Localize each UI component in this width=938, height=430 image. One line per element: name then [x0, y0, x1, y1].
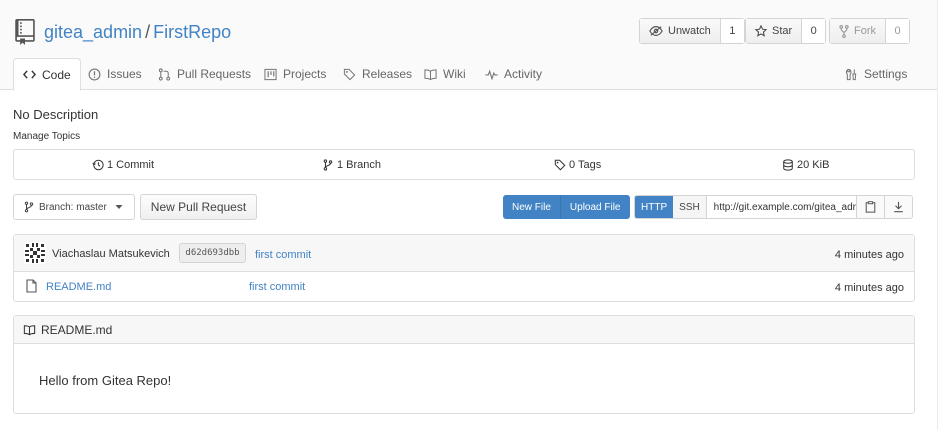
file-time: 4 minutes ago: [834, 282, 904, 294]
repo-tabs: Code Issues Pull Requests Projects Relea…: [0, 58, 938, 91]
latest-commit-row: Viachaslau Matsukevich d62d693dbb first …: [14, 235, 914, 272]
tab-pull-requests-label: Pull Requests: [177, 67, 252, 81]
pulse-icon: [485, 69, 498, 80]
tab-issues[interactable]: Issues: [88, 58, 142, 90]
repo-title: gitea_admin / FirstRepo: [14, 18, 231, 46]
file-table: Viachaslau Matsukevich d62d693dbb first …: [13, 234, 915, 302]
readme-panel: README.md Hello from Gitea Repo!: [13, 315, 915, 414]
tab-projects-label: Projects: [283, 67, 327, 81]
tag-icon: [554, 159, 566, 170]
tab-settings-label: Settings: [864, 67, 908, 81]
unwatch-label: Unwatch: [668, 25, 711, 37]
file-name-link[interactable]: README.md: [46, 281, 111, 293]
tab-wiki-label: Wiki: [443, 67, 466, 81]
repo-description: No Description: [13, 107, 99, 122]
tab-releases-label: Releases: [362, 67, 413, 81]
tab-code[interactable]: Code: [13, 58, 81, 91]
commit-message-link[interactable]: first commit: [255, 249, 311, 261]
branch-icon: [323, 158, 333, 171]
star-count[interactable]: 0: [801, 19, 826, 43]
readme-header: README.md: [14, 316, 914, 344]
new-file-button[interactable]: New File: [503, 195, 560, 219]
tab-projects[interactable]: Projects: [264, 58, 326, 90]
eye-slash-icon: [649, 26, 663, 36]
star-group: Star 0: [745, 18, 827, 44]
readme-content: Hello from Gitea Repo!: [39, 373, 172, 388]
code-icon: [23, 70, 36, 79]
branches-count: 1 Branch: [337, 158, 382, 171]
upload-file-button[interactable]: Upload File: [559, 195, 630, 219]
readme-title: README.md: [41, 322, 113, 337]
star-button[interactable]: Star: [746, 19, 802, 43]
commits-count: 1 Commit: [107, 158, 155, 171]
clone-url-input[interactable]: http://git.example.com/gitea_adr: [707, 196, 856, 218]
tab-code-label: Code: [42, 67, 71, 82]
manage-topics-link[interactable]: Manage Topics: [13, 131, 80, 142]
book-icon: [424, 68, 437, 80]
clone-panel: HTTP SSH http://git.example.com/gitea_ad…: [634, 195, 913, 219]
commit-sha-button[interactable]: d62d693dbb: [179, 243, 246, 263]
watch-group: Unwatch 1: [639, 18, 745, 44]
tab-wiki[interactable]: Wiki: [424, 58, 466, 90]
pull-request-icon: [158, 67, 171, 81]
tab-pull-requests[interactable]: Pull Requests: [158, 58, 251, 90]
history-icon: [92, 159, 104, 170]
size-stat: 20 KiB: [782, 150, 829, 179]
fork-label: Fork: [854, 25, 876, 37]
file-icon: [26, 279, 37, 293]
star-label: Star: [772, 25, 793, 37]
branch-dropdown[interactable]: Branch: master: [13, 194, 135, 220]
tab-releases[interactable]: Releases: [343, 58, 412, 90]
ssh-clone-button[interactable]: SSH: [673, 196, 707, 218]
branch-label: Branch: master: [39, 201, 107, 213]
file-actions-group: New File Upload File: [503, 195, 630, 219]
commit-author[interactable]: Viachaslau Matsukevich: [52, 248, 170, 260]
database-icon: [783, 158, 793, 171]
repo-header: gitea_admin / FirstRepo Unwatch 1 Star 0: [0, 0, 938, 91]
fork-button[interactable]: Fork: [830, 19, 885, 43]
fork-icon: [839, 24, 849, 38]
commits-stat[interactable]: 1 Commit: [92, 150, 154, 179]
repo-size: 20 KiB: [797, 158, 830, 171]
download-icon: [894, 201, 903, 213]
fork-group: Fork 0: [829, 18, 910, 44]
repo-name-link[interactable]: FirstRepo: [153, 22, 231, 43]
download-button[interactable]: [884, 196, 912, 218]
tags-stat[interactable]: 0 Tags: [554, 150, 601, 179]
avatar[interactable]: [24, 242, 46, 264]
project-icon: [264, 68, 277, 80]
file-commit-link[interactable]: first commit: [249, 281, 305, 293]
new-pull-request-button[interactable]: New Pull Request: [140, 194, 257, 220]
tab-issues-label: Issues: [107, 67, 142, 81]
issue-icon: [88, 68, 101, 80]
table-row: README.md first commit 4 minutes ago: [14, 273, 914, 301]
unwatch-button[interactable]: Unwatch: [640, 19, 720, 43]
watch-count[interactable]: 1: [719, 19, 744, 43]
http-clone-button[interactable]: HTTP: [635, 196, 674, 218]
copy-url-button[interactable]: [856, 196, 885, 218]
clipboard-icon: [865, 201, 876, 213]
repo-stats-bar: 1 Commit 1 Branch 0 Tags 20 KiB: [13, 149, 915, 180]
tab-activity[interactable]: Activity: [485, 58, 542, 90]
tags-count: 0 Tags: [569, 158, 602, 171]
caret-down-icon: [115, 205, 123, 209]
tab-settings[interactable]: Settings: [845, 58, 907, 90]
repo-icon: [15, 19, 35, 45]
tag-icon: [343, 68, 356, 80]
tools-icon: [845, 68, 857, 80]
star-icon: [755, 25, 767, 37]
repo-separator: /: [145, 21, 151, 42]
repo-owner-link[interactable]: gitea_admin: [44, 22, 142, 43]
branches-stat[interactable]: 1 Branch: [322, 150, 381, 179]
book-icon: [23, 324, 36, 335]
fork-count[interactable]: 0: [885, 19, 909, 43]
branch-icon: [24, 201, 34, 213]
tab-activity-label: Activity: [504, 67, 543, 81]
commit-time: 4 minutes ago: [834, 249, 904, 261]
